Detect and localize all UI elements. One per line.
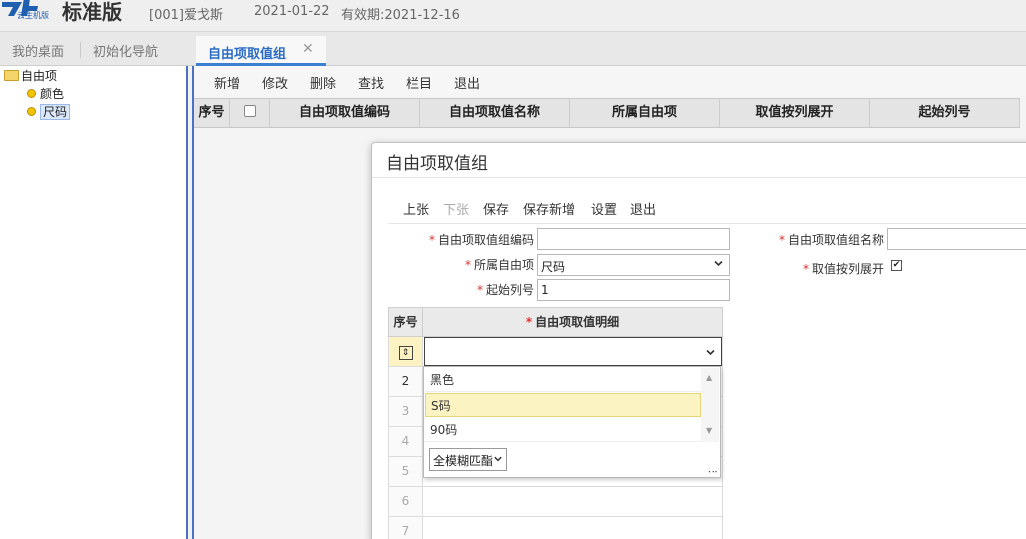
grid-header: 序号 自由项取值编码 自由项取值名称 所属自由项 取值按列展开 起始列号 xyxy=(194,98,1020,128)
scroll-down-icon[interactable]: ▼ xyxy=(706,426,712,435)
code-input[interactable] xyxy=(537,228,730,250)
detail-row[interactable] xyxy=(423,487,723,517)
value-group-dialog: 自由项取值组 上张 下张 保存 保存新增 设置 退出 * 自由项取值组编码 * 自由… xyxy=(371,142,1026,539)
detail-value-select[interactable] xyxy=(424,337,722,366)
edition-title: 标准版 xyxy=(62,0,122,24)
belong-select[interactable]: 尺码 xyxy=(537,254,730,276)
dropdown-option[interactable]: 90码 xyxy=(425,418,701,442)
dropdown-option-highlighted[interactable]: S码 xyxy=(425,393,701,417)
validity-date: 有效期:2021-12-16 xyxy=(341,8,460,23)
sidebar-splitter[interactable] xyxy=(186,66,194,539)
dialog-toolbar-divider xyxy=(388,223,1026,224)
account-name: [001]爱戈斯 xyxy=(149,8,223,23)
dialog-exit-button[interactable]: 退出 xyxy=(630,199,656,218)
col-header-no[interactable]: 序号 xyxy=(194,99,230,127)
col-header-expand[interactable]: 取值按列展开 xyxy=(720,99,870,127)
delete-button[interactable]: 删除 xyxy=(310,73,336,92)
row-number: 2 xyxy=(388,367,423,397)
login-date: 2021-01-22 xyxy=(254,4,330,19)
columns-button[interactable]: 栏目 xyxy=(406,73,432,92)
prev-record-button[interactable]: 上张 xyxy=(403,199,429,218)
col-header-code[interactable]: 自由项取值编码 xyxy=(270,99,420,127)
start-col-label: * 起始列号 xyxy=(476,283,534,297)
row-drag-handle[interactable]: ⇕ xyxy=(388,337,423,367)
tree-root[interactable]: 自由项 xyxy=(4,67,57,84)
match-mode-select[interactable]: 全模糊匹酯 xyxy=(429,448,507,471)
tree-item-label: 尺码 xyxy=(40,104,71,120)
name-input[interactable] xyxy=(887,228,1026,250)
tree-item-label: 颜色 xyxy=(40,87,65,101)
value-dropdown-list: 黑色 S码 90码 ▲ ▼ 全模糊匹酯 ⠠⠤ xyxy=(423,366,721,478)
tab-my-desktop[interactable]: 我的桌面 xyxy=(12,41,64,60)
expand-checkbox[interactable]: ✔ xyxy=(891,260,902,271)
detail-col-no: 序号 xyxy=(388,307,423,337)
code-label: * 自由项取值组编码 xyxy=(428,233,534,247)
row-number: 6 xyxy=(388,487,423,517)
row-edit-icon[interactable]: ⇕ xyxy=(398,346,413,360)
logo-subtitle: 云主机版 xyxy=(17,11,49,20)
folder-icon xyxy=(4,70,19,81)
add-button[interactable]: 新增 xyxy=(214,73,240,92)
main-toolbar: 新增 修改 删除 查找 栏目 退出 xyxy=(194,66,1026,96)
leaf-dot-icon xyxy=(27,89,36,98)
name-label: * 自由项取值组名称 xyxy=(778,233,884,247)
required-marker: * xyxy=(525,315,533,329)
find-button[interactable]: 查找 xyxy=(358,73,384,92)
settings-button[interactable]: 设置 xyxy=(591,199,617,218)
col-header-start[interactable]: 起始列号 xyxy=(870,99,1020,127)
tab-bar: 我的桌面 初始化导航 自由项取值组 ✕ xyxy=(0,32,1026,66)
sidebar-tree: 自由项 颜色 尺码 xyxy=(0,66,186,539)
tab-active-label: 自由项取值组 xyxy=(208,47,287,62)
col-header-name[interactable]: 自由项取值名称 xyxy=(420,99,570,127)
detail-col-values: * 自由项取值明细 xyxy=(423,307,723,337)
dropdown-option[interactable]: 黑色 xyxy=(425,368,701,392)
select-all-checkbox[interactable] xyxy=(243,105,256,117)
edit-button[interactable]: 修改 xyxy=(262,73,288,92)
save-button[interactable]: 保存 xyxy=(483,199,509,218)
next-record-button[interactable]: 下张 xyxy=(443,199,469,218)
dialog-title: 自由项取值组 xyxy=(386,154,488,174)
expand-label: * 取值按列展开 xyxy=(802,262,884,276)
required-marker: * xyxy=(802,262,809,276)
required-marker: * xyxy=(476,283,483,297)
required-marker: * xyxy=(428,233,435,247)
start-col-input[interactable] xyxy=(537,279,730,301)
col-header-select[interactable] xyxy=(230,99,270,127)
scroll-up-icon[interactable]: ▲ xyxy=(706,373,712,382)
belong-label: * 所属自由项 xyxy=(464,258,534,272)
tree-item-size[interactable]: 尺码 xyxy=(27,103,71,120)
row-number: 5 xyxy=(388,457,423,487)
chevron-down-icon xyxy=(706,349,715,356)
match-mode-value: 全模糊匹酯 xyxy=(433,454,494,468)
tree-item-color[interactable]: 颜色 xyxy=(27,85,64,102)
chevron-down-icon xyxy=(494,456,502,462)
detail-row[interactable] xyxy=(423,517,723,539)
app-header: 云主机版 标准版 [001]爱戈斯 2021-01-22 有效期:2021-12… xyxy=(0,0,1026,32)
required-marker: * xyxy=(778,233,785,247)
exit-button[interactable]: 退出 xyxy=(454,73,480,92)
tab-divider xyxy=(80,42,81,58)
row-number: 3 xyxy=(388,397,423,427)
dropdown-scrollbar[interactable]: ▲ ▼ xyxy=(701,368,719,442)
tree-root-label: 自由项 xyxy=(21,69,58,83)
tab-free-item-value-group[interactable]: 自由项取值组 ✕ xyxy=(196,36,326,66)
row-number: 7 xyxy=(388,517,423,539)
tab-init-nav[interactable]: 初始化导航 xyxy=(93,41,158,60)
required-marker: * xyxy=(464,258,471,272)
save-and-new-button[interactable]: 保存新增 xyxy=(523,199,575,218)
detail-row-1 xyxy=(423,337,723,367)
leaf-dot-icon xyxy=(27,107,36,116)
dialog-title-divider xyxy=(372,177,1026,178)
belong-select-value: 尺码 xyxy=(541,260,566,274)
row-number: 4 xyxy=(388,427,423,457)
chevron-down-icon xyxy=(714,260,723,267)
close-icon[interactable]: ✕ xyxy=(302,41,314,57)
col-header-belong[interactable]: 所属自由项 xyxy=(570,99,720,127)
resize-grip-icon[interactable]: ⠠⠤ xyxy=(705,466,718,476)
